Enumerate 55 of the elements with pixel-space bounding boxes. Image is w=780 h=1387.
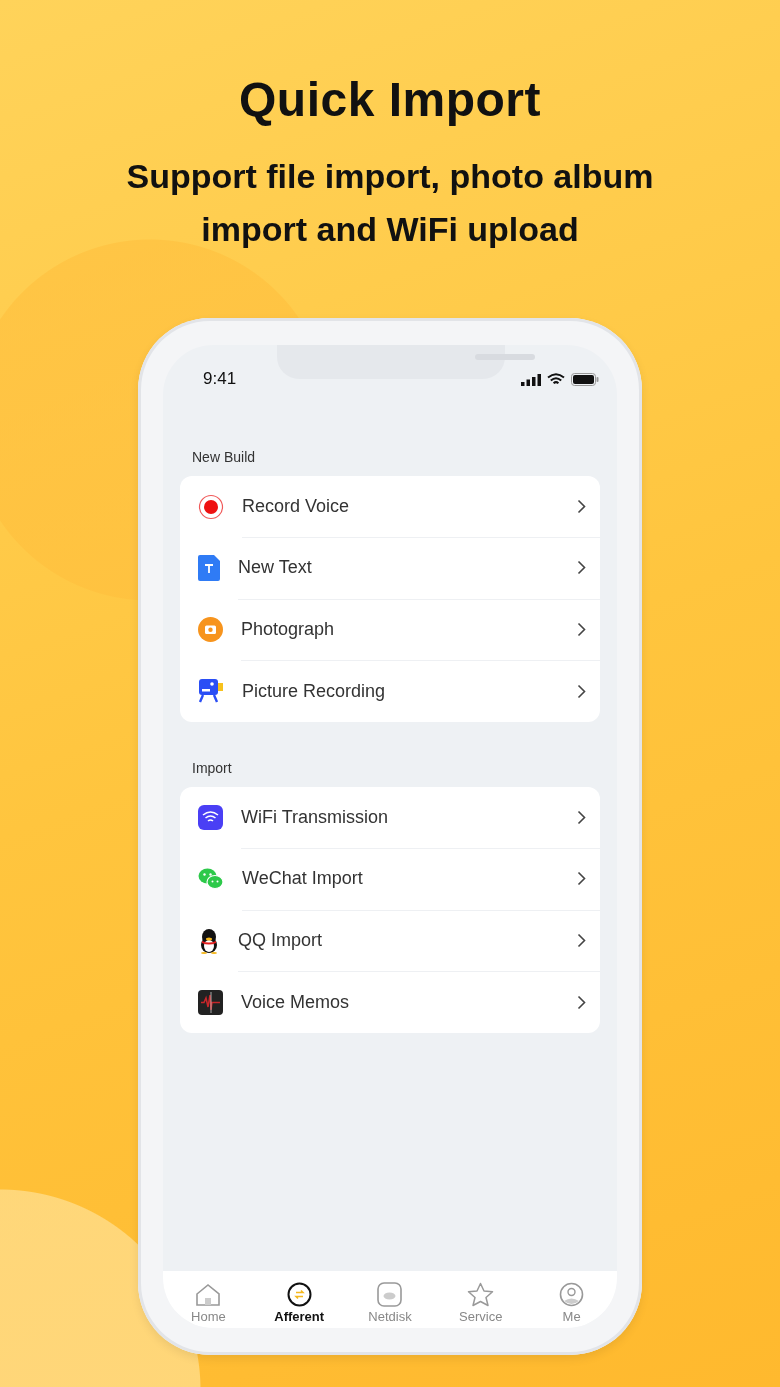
menu-item-label: WeChat Import bbox=[242, 868, 363, 890]
home-icon bbox=[195, 1283, 222, 1307]
cloud-icon bbox=[377, 1282, 403, 1307]
penguin-icon bbox=[198, 927, 220, 954]
menu-item-label: Picture Recording bbox=[242, 680, 386, 702]
menu-item[interactable]: Picture Recording bbox=[180, 660, 600, 722]
wifi-icon bbox=[198, 805, 223, 831]
waveform-icon bbox=[198, 989, 223, 1015]
chat-bubbles-icon bbox=[198, 868, 224, 891]
section-title: Import bbox=[191, 760, 233, 778]
menu-item[interactable]: Voice Memos bbox=[180, 971, 600, 1033]
menu-item[interactable]: QQ Import bbox=[180, 910, 600, 972]
menu-item[interactable]: New Text bbox=[180, 537, 600, 599]
menu-item[interactable]: Photograph bbox=[180, 599, 600, 661]
status-time: 9:41 bbox=[203, 369, 237, 390]
menu-item-label: Photograph bbox=[241, 618, 335, 640]
tab-label: Home bbox=[191, 1309, 226, 1324]
tab-label: Afferent bbox=[274, 1309, 325, 1324]
menu-item[interactable]: WiFi Transmission bbox=[180, 787, 600, 849]
menu-item-label: QQ Import bbox=[238, 929, 322, 951]
section-title: New Build bbox=[191, 449, 257, 467]
menu-item-label: WiFi Transmission bbox=[241, 806, 388, 828]
chevron-right-icon bbox=[577, 932, 586, 948]
profile-icon bbox=[559, 1282, 585, 1307]
chevron-right-icon bbox=[577, 994, 586, 1010]
tab[interactable]: Netdisk bbox=[344, 1271, 436, 1328]
chevron-right-icon bbox=[577, 683, 586, 699]
tab-label: Me bbox=[562, 1309, 581, 1324]
video-camera-icon bbox=[198, 678, 224, 705]
wifi-icon bbox=[547, 373, 565, 386]
signal-icon bbox=[521, 373, 541, 386]
camera-icon bbox=[198, 617, 223, 643]
battery-icon bbox=[571, 373, 599, 386]
tab[interactable]: Service bbox=[435, 1271, 527, 1328]
transfer-icon bbox=[286, 1282, 312, 1307]
subheadline: Support file import, photo album import and WiFi upload bbox=[125, 156, 655, 250]
menu-item-label: New Text bbox=[238, 557, 312, 579]
menu-item[interactable]: Record Voice bbox=[180, 476, 600, 538]
chevron-right-icon bbox=[577, 621, 586, 637]
tab[interactable]: Me bbox=[526, 1271, 617, 1328]
tab-label: Netdisk bbox=[368, 1309, 412, 1324]
chevron-right-icon bbox=[577, 871, 586, 887]
chevron-right-icon bbox=[577, 498, 586, 514]
record-icon bbox=[198, 493, 224, 520]
tab[interactable]: Home bbox=[163, 1271, 254, 1328]
chevron-right-icon bbox=[577, 809, 586, 825]
chevron-right-icon bbox=[577, 560, 586, 576]
tab[interactable]: Afferent bbox=[253, 1271, 345, 1328]
tab-label: Service bbox=[459, 1309, 503, 1324]
menu-item-label: Record Voice bbox=[242, 495, 350, 517]
document-icon bbox=[198, 555, 220, 582]
headline: Quick Import bbox=[238, 72, 541, 128]
menu-item-label: Voice Memos bbox=[241, 991, 350, 1013]
menu-item[interactable]: WeChat Import bbox=[180, 848, 600, 910]
star-icon bbox=[467, 1282, 495, 1307]
